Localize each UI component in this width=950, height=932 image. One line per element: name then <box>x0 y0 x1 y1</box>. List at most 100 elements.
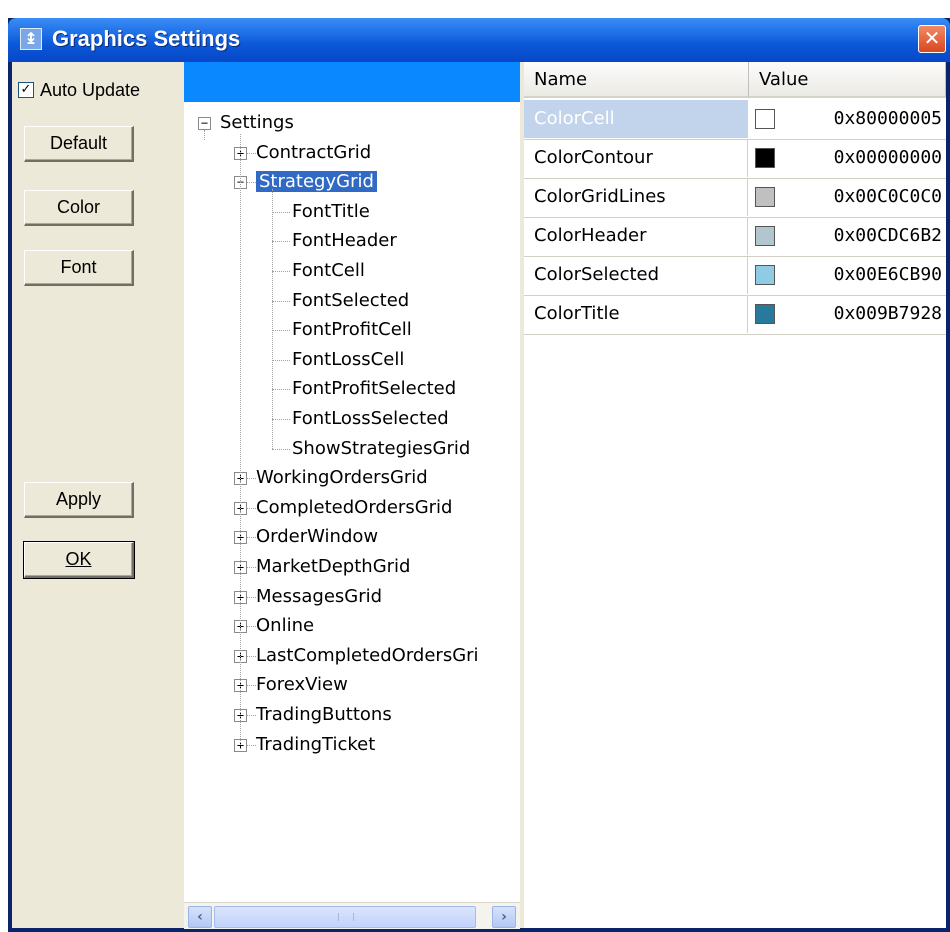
property-name[interactable]: ColorCell <box>524 100 748 138</box>
tree-node-label: LastCompletedOrdersGri <box>256 644 479 666</box>
tree-node-label: StrategyGrid <box>256 171 377 193</box>
property-name[interactable]: ColorHeader <box>524 217 748 255</box>
property-name[interactable]: ColorContour <box>524 139 748 177</box>
tree-node-completedordersgrid[interactable]: CompletedOrdersGrid <box>256 495 452 521</box>
auto-update-checkbox[interactable]: ✓ <box>18 82 34 98</box>
ok-button[interactable]: OK <box>23 541 135 579</box>
property-value-text: 0x00C0C0C0 <box>833 186 942 207</box>
tree-node-label: Online <box>256 615 315 637</box>
tree-node-label: WorkingOrdersGrid <box>256 467 428 489</box>
tree-node-messagesgrid[interactable]: MessagesGrid <box>256 584 382 610</box>
column-header-value[interactable]: Value <box>749 62 946 98</box>
tree-horizontal-scrollbar[interactable]: ‹ › <box>184 902 520 929</box>
property-grid: Name Value ColorCell 0x80000005 ColorConto… <box>524 62 946 928</box>
property-name[interactable]: ColorSelected <box>524 256 748 294</box>
color-swatch-icon <box>755 109 775 129</box>
tree-node-strategygrid[interactable]: StrategyGrid <box>256 169 377 195</box>
tree-connector <box>272 389 290 391</box>
property-value-text: 0x009B7928 <box>833 303 942 324</box>
color-swatch-icon <box>755 265 775 285</box>
app-logo-icon: ↨ <box>20 28 42 50</box>
tree-connector <box>272 241 290 243</box>
tree-node-fontlossselected[interactable]: FontLossSelected <box>292 406 449 432</box>
property-value[interactable]: 0x00CDC6B2 <box>749 217 946 255</box>
tree-node-label: FontSelected <box>292 289 410 311</box>
tree-node-label: MessagesGrid <box>256 585 383 607</box>
tree-node-label: FontLossSelected <box>292 408 449 429</box>
scroll-left-button[interactable]: ‹ <box>188 906 212 928</box>
tree-node-label: Settings <box>220 112 294 133</box>
property-value[interactable]: 0x00000000 <box>749 139 946 177</box>
tree-connector <box>272 419 290 420</box>
tree-node-tradingticket[interactable]: TradingTicket <box>256 732 375 758</box>
scroll-grip-icon <box>338 913 354 921</box>
tree-node-label: ShowStrategiesGrid <box>292 437 471 459</box>
tree-node-label: FontLossCell <box>292 348 405 370</box>
tree-connector <box>272 330 290 332</box>
tree-node-fontprofitcell[interactable]: FontProfitCell <box>292 317 412 343</box>
apply-button[interactable]: Apply <box>24 482 134 518</box>
tree-connector <box>272 448 290 450</box>
tree-node-lastcompletedordersgri[interactable]: LastCompletedOrdersGri <box>256 643 479 669</box>
tree-node-tradingbuttons[interactable]: TradingButtons <box>256 702 392 728</box>
tree-node-label: FontHeader <box>292 230 397 252</box>
tree-node-contractgrid[interactable]: ContractGrid <box>256 140 371 166</box>
tree-node-fontlosscell[interactable]: FontLossCell <box>292 347 404 373</box>
auto-update-label: Auto Update <box>40 80 141 100</box>
tree-node-orderwindow[interactable]: OrderWindow <box>256 524 378 550</box>
tree-node-fontselected[interactable]: FontSelected <box>292 288 409 314</box>
window-title: Graphics Settings <box>52 26 241 51</box>
property-value[interactable]: 0x009B7928 <box>749 295 946 333</box>
grid-row[interactable]: ColorSelected 0x00E6CB90 <box>524 256 946 296</box>
tree-node-label: CompletedOrdersGrid <box>256 496 453 518</box>
tree-connector <box>272 359 290 361</box>
scroll-right-button[interactable]: › <box>492 906 516 928</box>
dialog-client-area: ✓ Auto Update Default Color Font Apply O… <box>12 62 946 929</box>
tree-node-label: FontProfitSelected <box>292 378 457 400</box>
tree-connector <box>272 271 290 272</box>
grid-row[interactable]: ColorGridLines 0x00C0C0C0 <box>524 178 946 218</box>
font-button[interactable]: Font <box>24 250 134 286</box>
column-header-name[interactable]: Name <box>524 62 749 98</box>
grid-row[interactable]: ColorCell 0x80000005 <box>524 100 946 140</box>
property-value[interactable]: 0x80000005 <box>749 100 946 138</box>
property-value[interactable]: 0x00C0C0C0 <box>749 178 946 216</box>
settings-tree-panel: − Settings + ContractGrid − StrategyGrid FontT… <box>184 62 520 929</box>
tree-header-bar <box>184 62 520 102</box>
default-button[interactable]: Default <box>24 126 134 162</box>
color-swatch-icon <box>755 187 775 207</box>
close-button[interactable]: ✕ <box>918 25 946 53</box>
tree-connector <box>240 133 241 745</box>
property-value[interactable]: 0x00E6CB90 <box>749 256 946 294</box>
settings-tree[interactable]: − Settings + ContractGrid − StrategyGrid FontT… <box>184 102 520 902</box>
tree-node-fonttitle[interactable]: FontTitle <box>292 199 370 225</box>
tree-node-label: FontCell <box>292 260 365 281</box>
tree-node-online[interactable]: Online <box>256 613 314 639</box>
title-bar[interactable]: ↨ Graphics Settings ✕ <box>8 18 950 62</box>
scroll-thumb[interactable] <box>214 906 476 928</box>
tree-node-showstrategiesgrid[interactable]: ShowStrategiesGrid <box>292 436 470 462</box>
grid-header: Name Value <box>524 62 946 100</box>
expander-icon[interactable]: − <box>198 117 211 130</box>
tree-node-marketdepthgrid[interactable]: MarketDepthGrid <box>256 554 410 580</box>
grid-row[interactable]: ColorContour 0x00000000 <box>524 139 946 179</box>
graphics-settings-window: ↨ Graphics Settings ✕ ✓ Auto Update Defa… <box>8 18 950 932</box>
color-button[interactable]: Color <box>24 190 134 226</box>
tree-node-fontheader[interactable]: FontHeader <box>292 228 397 254</box>
property-name[interactable]: ColorGridLines <box>524 178 748 216</box>
color-swatch-icon <box>755 148 775 168</box>
tree-node-label: TradingTicket <box>256 733 376 755</box>
tree-connector <box>272 211 290 213</box>
tree-node-fontprofitselected[interactable]: FontProfitSelected <box>292 376 456 402</box>
tree-node-forexview[interactable]: ForexView <box>256 672 348 698</box>
grid-row[interactable]: ColorHeader 0x00CDC6B2 <box>524 217 946 257</box>
tree-node-settings[interactable]: Settings <box>220 110 294 136</box>
property-value-text: 0x00000000 <box>833 147 942 168</box>
property-name[interactable]: ColorTitle <box>524 295 748 333</box>
tree-node-fontcell[interactable]: FontCell <box>292 258 365 284</box>
property-value-text: 0x00E6CB90 <box>833 264 942 285</box>
tree-node-workingordersgrid[interactable]: WorkingOrdersGrid <box>256 465 428 491</box>
grid-row[interactable]: ColorTitle 0x009B7928 <box>524 295 946 335</box>
tree-connector <box>204 130 205 140</box>
color-swatch-icon <box>755 304 775 324</box>
